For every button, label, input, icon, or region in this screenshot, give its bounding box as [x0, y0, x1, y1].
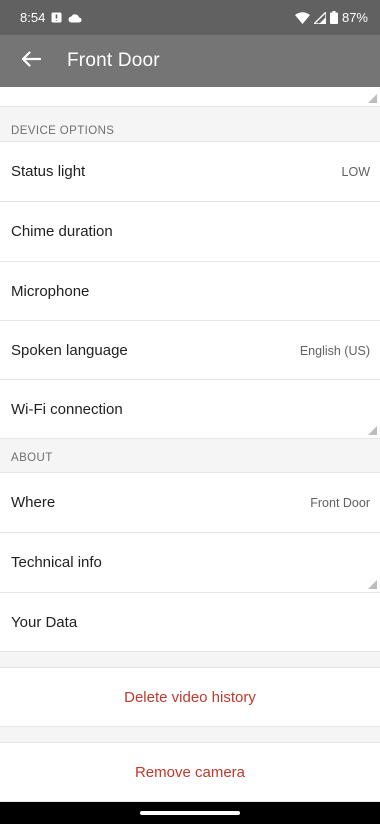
setting-label: Spoken language: [11, 342, 128, 359]
section-header-about: ABOUT: [0, 441, 380, 475]
setting-label: Technical info: [11, 554, 102, 571]
corner-triangle-icon: [368, 580, 377, 589]
notification-badge-icon: [51, 12, 62, 23]
setting-label: Chime duration: [11, 223, 113, 240]
setting-where[interactable]: Where Front Door: [0, 472, 380, 532]
setting-label: Your Data: [11, 613, 78, 631]
app-bar: Front Door: [0, 35, 380, 87]
cloud-icon: [68, 13, 82, 23]
setting-wifi-connection[interactable]: Wi-Fi connection: [0, 379, 380, 439]
back-button[interactable]: [3, 35, 59, 87]
status-time: 8:54: [20, 10, 46, 25]
setting-label: Where: [11, 494, 56, 511]
arrow-left-icon: [21, 50, 42, 72]
setting-chime-duration[interactable]: Chime duration: [0, 201, 380, 261]
status-bar: 8:54 87%: [0, 0, 380, 35]
corner-triangle-icon: [368, 426, 377, 435]
wifi-icon: [294, 11, 310, 24]
corner-triangle-icon: [368, 94, 377, 103]
battery-percent: 87%: [341, 10, 368, 25]
system-nav-bar: [0, 802, 380, 824]
setting-technical-info[interactable]: Technical info: [0, 532, 380, 592]
setting-microphone[interactable]: Microphone: [0, 261, 380, 321]
status-bar-right: 87%: [294, 10, 368, 25]
setting-status-light[interactable]: Status light LOW: [0, 141, 380, 201]
page-title: Front Door: [67, 50, 160, 71]
settings-list[interactable]: DEVICE OPTIONS Status light LOW Chime du…: [0, 87, 380, 802]
setting-spoken-language[interactable]: Spoken language English (US): [0, 320, 380, 380]
setting-label: Wi-Fi connection: [11, 400, 123, 418]
setting-value: LOW: [341, 164, 370, 179]
battery-icon: [329, 11, 338, 24]
setting-label: Status light: [11, 163, 86, 180]
delete-video-history-button[interactable]: Delete video history: [0, 667, 380, 727]
home-gesture-handle[interactable]: [140, 811, 240, 815]
status-bar-left: 8:54: [20, 10, 82, 25]
setting-your-data[interactable]: Your Data: [0, 592, 380, 652]
list-item-partial[interactable]: [0, 87, 380, 107]
setting-value: English (US): [299, 343, 370, 358]
setting-label: Microphone: [11, 283, 90, 300]
setting-value: Front Door: [310, 495, 370, 510]
remove-camera-button[interactable]: Remove camera: [0, 742, 380, 802]
cellular-signal-icon: [313, 11, 326, 24]
